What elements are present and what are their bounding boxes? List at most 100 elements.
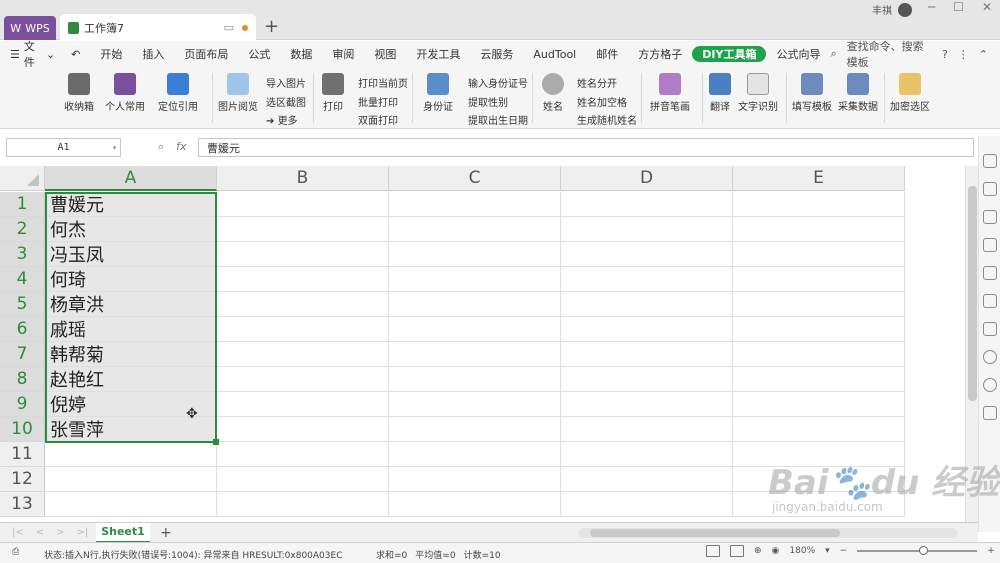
row-header-11[interactable]: 11 — [0, 442, 45, 467]
menu-item-cloud[interactable]: 云服务 — [470, 46, 523, 62]
cell-b4[interactable] — [217, 267, 389, 292]
file-menu[interactable]: ☰ 文件 ⌄ — [0, 38, 61, 70]
row-header-6[interactable]: 6 — [0, 317, 45, 342]
cell-a5[interactable]: 杨章洪 — [45, 292, 217, 317]
locate-reference-button[interactable]: 定位引用 — [155, 73, 201, 113]
row-header-2[interactable]: 2 — [0, 217, 45, 242]
cell-e10[interactable] — [733, 417, 905, 442]
eye-protect-icon[interactable]: ◉ — [772, 546, 780, 556]
new-tab-button[interactable]: + — [264, 16, 279, 37]
zoom-slider[interactable] — [857, 546, 978, 555]
cell-c3[interactable] — [389, 242, 561, 267]
menu-item-data[interactable]: 数据 — [280, 46, 322, 62]
extract-birthdate-button[interactable]: 提取出生日期 — [468, 112, 528, 127]
cell-b2[interactable] — [217, 217, 389, 242]
zoom-slider-knob[interactable] — [919, 546, 929, 555]
cell-d9[interactable] — [561, 392, 733, 417]
cell-d4[interactable] — [561, 267, 733, 292]
row-header-8[interactable]: 8 — [0, 367, 45, 392]
menu-item-view[interactable]: 视图 — [364, 46, 406, 62]
fx-icon[interactable]: fx — [176, 140, 186, 154]
cell-e9[interactable] — [733, 392, 905, 417]
cell-d6[interactable] — [561, 317, 733, 342]
personal-common-button[interactable]: 个人常用 — [102, 73, 148, 113]
cell-e3[interactable] — [733, 242, 905, 267]
sheet-tab-sheet1[interactable]: Sheet1 — [96, 522, 150, 543]
horizontal-scroll-thumb[interactable] — [590, 529, 840, 537]
cell-a4[interactable]: 何琦 — [45, 267, 217, 292]
search-command-box[interactable]: 查找命令、搜索模板 — [847, 38, 932, 70]
cell-e5[interactable] — [733, 292, 905, 317]
menu-item-page-layout[interactable]: 页面布局 — [174, 46, 238, 62]
shapes-icon[interactable] — [983, 182, 997, 196]
zoom-out-icon[interactable]: − — [840, 546, 848, 556]
column-header-c[interactable]: C — [389, 166, 561, 191]
menu-item-developer[interactable]: 开发工具 — [406, 46, 470, 62]
vertical-scroll-thumb[interactable] — [968, 186, 977, 401]
menu-item-audtool[interactable]: AudTool — [523, 48, 586, 61]
select-all-corner[interactable] — [0, 166, 45, 191]
input-id-button[interactable]: 输入身份证号 — [468, 75, 528, 90]
column-header-b[interactable]: B — [217, 166, 389, 191]
name-box[interactable]: A1 ▾ — [6, 138, 121, 157]
column-header-a[interactable]: A — [45, 166, 217, 191]
row-header-10[interactable]: 10 — [0, 417, 45, 442]
bookmark-icon[interactable] — [983, 238, 997, 252]
last-sheet-icon[interactable]: >| — [77, 527, 89, 538]
select-cursor-icon[interactable] — [983, 154, 997, 168]
random-name-button[interactable]: 生成随机姓名 — [577, 112, 637, 127]
apps-grid-icon[interactable] — [983, 406, 997, 420]
cell-b1[interactable] — [217, 192, 389, 217]
collect-box-button[interactable]: 收纳箱 — [60, 73, 98, 113]
menu-item-diy-toolbox[interactable]: DIY工具箱 — [692, 46, 767, 62]
row-header-1[interactable]: 1 — [0, 192, 45, 217]
cell-c12[interactable] — [389, 467, 561, 492]
cell-d7[interactable] — [561, 342, 733, 367]
print-current-page-button[interactable]: 打印当前页 — [358, 75, 408, 90]
cell-d2[interactable] — [561, 217, 733, 242]
cell-b11[interactable] — [217, 442, 389, 467]
cell-a13[interactable] — [45, 492, 217, 517]
cell-c8[interactable] — [389, 367, 561, 392]
style-icon[interactable] — [983, 210, 997, 224]
import-image-button[interactable]: 导入图片 — [266, 75, 306, 90]
menu-item-formula-wizard[interactable]: 公式向导 — [766, 46, 830, 62]
cell-c11[interactable] — [389, 442, 561, 467]
menu-item-insert[interactable]: 插入 — [132, 46, 174, 62]
monitor-icon[interactable]: ▭ — [224, 21, 234, 34]
cell-c10[interactable] — [389, 417, 561, 442]
cell-a8[interactable]: 赵艳红 — [45, 367, 217, 392]
cell-e6[interactable] — [733, 317, 905, 342]
row-header-4[interactable]: 4 — [0, 267, 45, 292]
collapse-ribbon-icon[interactable]: ⌃ — [979, 48, 988, 61]
share-icon[interactable] — [983, 322, 997, 336]
close-icon[interactable]: ✕ — [982, 0, 992, 14]
cell-b9[interactable] — [217, 392, 389, 417]
row-header-7[interactable]: 7 — [0, 342, 45, 367]
cell-b6[interactable] — [217, 317, 389, 342]
row-header-13[interactable]: 13 — [0, 492, 45, 517]
id-card-button[interactable]: 身份证 — [418, 73, 458, 113]
cell-c6[interactable] — [389, 317, 561, 342]
cell-d13[interactable] — [561, 492, 733, 517]
formula-input[interactable]: 曹媛元 — [198, 138, 974, 157]
cell-d12[interactable] — [561, 467, 733, 492]
cell-e4[interactable] — [733, 267, 905, 292]
zoom-icon[interactable]: ⌕ — [158, 140, 164, 154]
page-break-icon[interactable]: ⊕ — [754, 546, 762, 556]
batch-print-button[interactable]: 批量打印 — [358, 94, 398, 109]
cell-b5[interactable] — [217, 292, 389, 317]
zoom-dropdown-icon[interactable]: ▾ — [825, 546, 830, 556]
cell-d5[interactable] — [561, 292, 733, 317]
row-header-5[interactable]: 5 — [0, 292, 45, 317]
column-header-d[interactable]: D — [561, 166, 733, 191]
cell-d10[interactable] — [561, 417, 733, 442]
fill-handle[interactable] — [213, 439, 219, 445]
add-sheet-button[interactable]: + — [150, 525, 172, 541]
wps-home-tab[interactable]: W WPS — [4, 16, 56, 40]
cell-d8[interactable] — [561, 367, 733, 392]
undo-icon[interactable]: ↶ — [61, 48, 90, 61]
cell-e7[interactable] — [733, 342, 905, 367]
duplex-print-button[interactable]: 双面打印 — [358, 112, 398, 127]
minimize-icon[interactable]: ─ — [928, 0, 935, 14]
